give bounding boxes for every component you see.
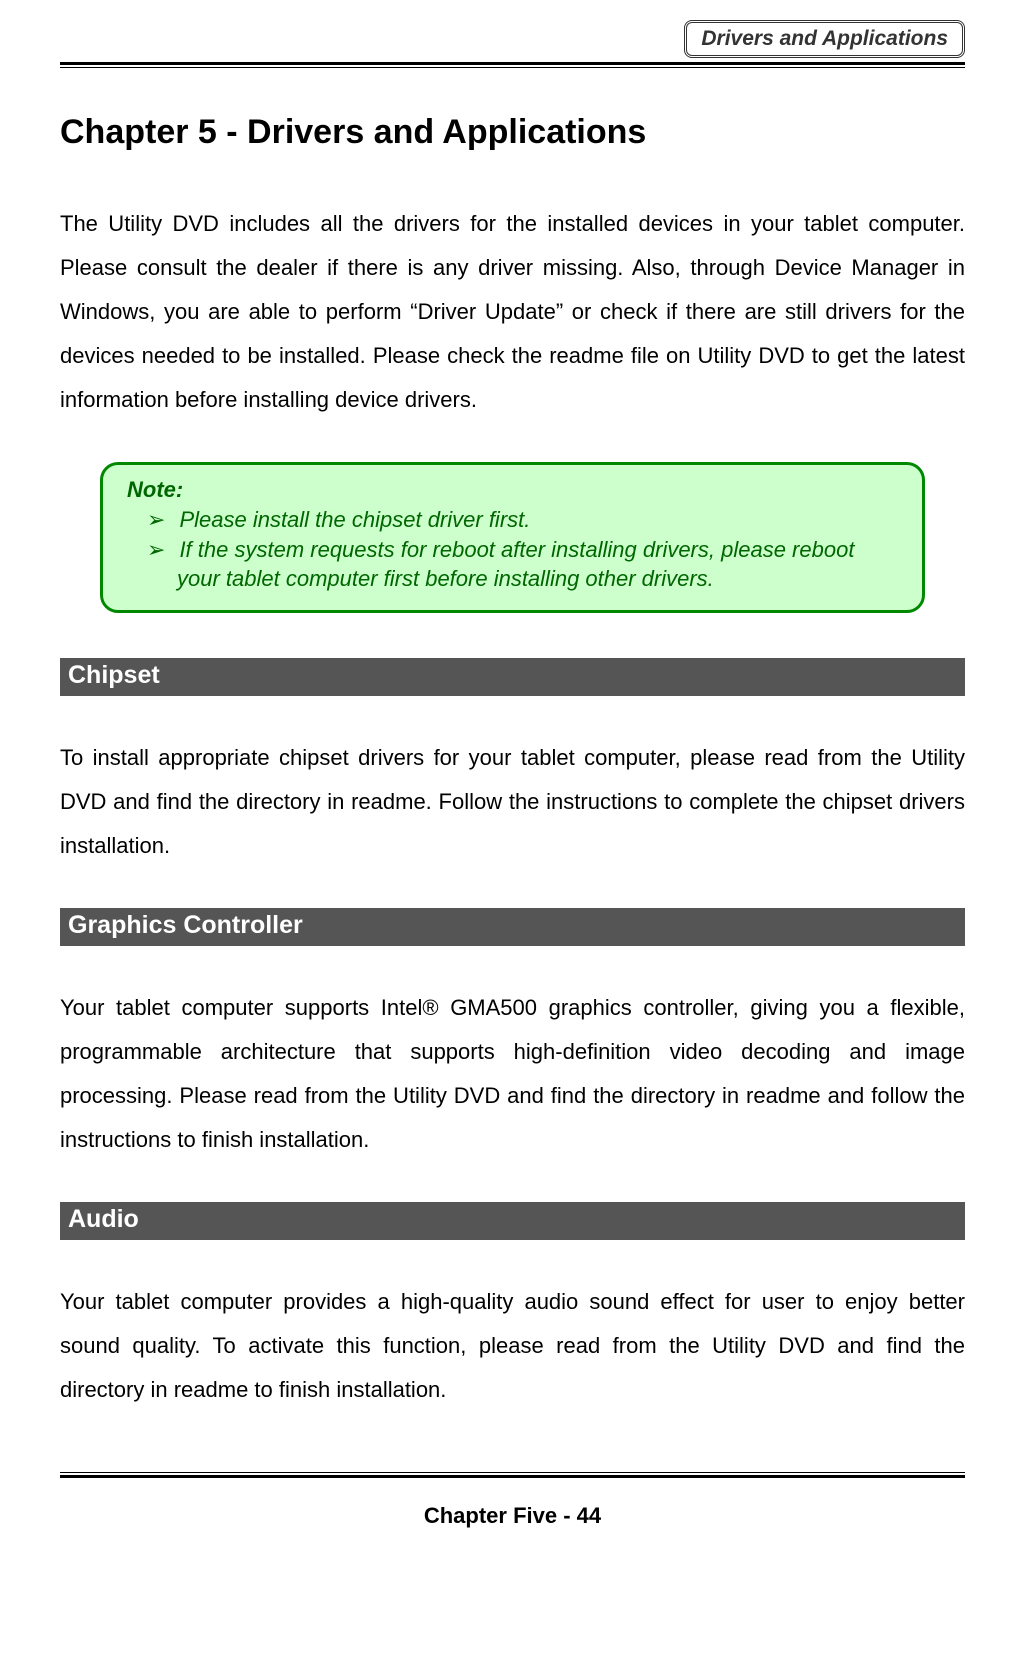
note-box: Note: Please install the chipset driver …	[100, 462, 925, 613]
note-title: Note:	[127, 477, 898, 503]
intro-paragraph: The Utility DVD includes all the drivers…	[60, 202, 965, 422]
header-divider	[60, 62, 965, 68]
graphics-body: Your tablet computer supports Intel® GMA…	[60, 986, 965, 1162]
footer-divider	[60, 1472, 965, 1478]
section-header-graphics: Graphics Controller	[60, 908, 965, 946]
note-item: Please install the chipset driver first.	[127, 505, 898, 535]
audio-body: Your tablet computer provides a high-qua…	[60, 1280, 965, 1412]
chipset-body: To install appropriate chipset drivers f…	[60, 736, 965, 868]
footer-text: Chapter Five - 44	[60, 1503, 965, 1529]
header-tag-box: Drivers and Applications	[684, 20, 965, 58]
note-list: Please install the chipset driver first.…	[127, 505, 898, 594]
header-tag-container: Drivers and Applications	[60, 20, 965, 58]
section-header-audio: Audio	[60, 1202, 965, 1240]
chapter-title: Chapter 5 - Drivers and Applications	[60, 113, 965, 152]
section-header-chipset: Chipset	[60, 658, 965, 696]
note-item: If the system requests for reboot after …	[127, 535, 898, 594]
header-tag-text: Drivers and Applications	[701, 27, 948, 50]
